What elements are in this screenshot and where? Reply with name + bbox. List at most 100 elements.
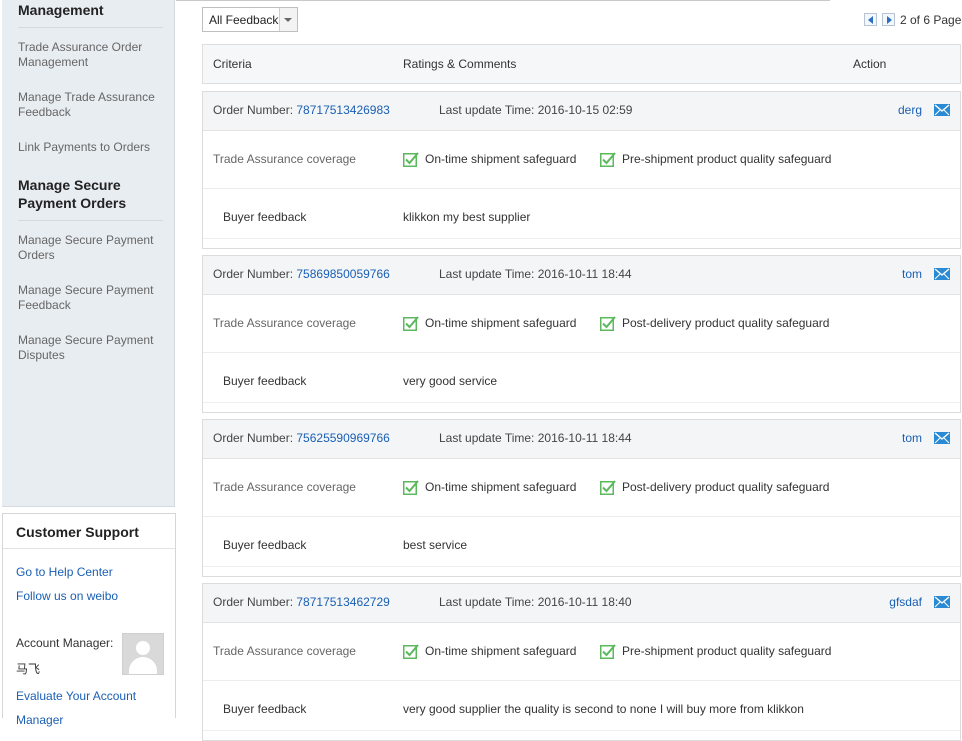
sidebar-nav: Management Trade Assurance Order Managem… [2, 0, 175, 507]
buyer-feedback-label: Buyer feedback [223, 702, 307, 716]
order-number-label: Order Number: [213, 267, 294, 281]
buyer-name-link[interactable]: tom [902, 431, 922, 445]
coverage-item: On-time shipment safeguard [425, 480, 577, 494]
check-icon [403, 644, 419, 659]
last-update-value: 2016-10-11 18:44 [537, 267, 632, 281]
buyer-feedback-text: klikkon my best supplier [403, 210, 531, 224]
column-criteria: Criteria [213, 57, 252, 71]
coverage-item: Pre-shipment product quality safeguard [622, 644, 832, 658]
mail-icon[interactable] [934, 596, 950, 608]
check-icon [600, 480, 616, 495]
sidebar-item-link-payments[interactable]: Link Payments to Orders [18, 140, 168, 155]
coverage-item: Post-delivery product quality safeguard [622, 316, 830, 330]
mail-icon[interactable] [934, 432, 950, 444]
order-number-field: Order Number: 78717513462729 [213, 595, 390, 609]
prev-page-button[interactable] [864, 13, 877, 26]
row-divider [203, 352, 960, 353]
feedback-card-header: Order Number: 75869850059766 Last update… [203, 256, 960, 295]
column-ratings-comments: Ratings & Comments [403, 57, 517, 71]
check-icon [403, 480, 419, 495]
sidebar-divider [18, 27, 163, 28]
last-update-label: Last update Time: [439, 267, 535, 281]
order-number-label: Order Number: [213, 103, 294, 117]
sidebar-divider [18, 220, 163, 221]
arrow-right-icon [887, 16, 892, 24]
help-center-link[interactable]: Go to Help Center [16, 565, 113, 579]
last-update-field: Last update Time: 2016-10-11 18:44 [439, 267, 632, 281]
next-page-button[interactable] [882, 13, 895, 26]
coverage-label: Trade Assurance coverage [213, 480, 356, 494]
check-icon [403, 316, 419, 331]
mail-icon[interactable] [934, 104, 950, 116]
order-number-link[interactable]: 75869850059766 [296, 267, 389, 281]
order-number-link[interactable]: 78717513426983 [296, 103, 389, 117]
sidebar-section-title: Management [18, 2, 104, 18]
last-update-field: Last update Time: 2016-10-11 18:44 [439, 431, 632, 445]
filter-dropdown-button[interactable] [279, 8, 297, 31]
feedback-card: Order Number: 78717513426983 Last update… [202, 91, 961, 249]
coverage-item: Post-delivery product quality safeguard [622, 480, 830, 494]
buyer-feedback-label: Buyer feedback [223, 538, 307, 552]
account-manager-name: 马飞 [16, 662, 41, 676]
order-number-field: Order Number: 78717513426983 [213, 103, 390, 117]
buyer-feedback-label: Buyer feedback [223, 374, 307, 388]
last-update-value: 2016-10-11 18:40 [537, 595, 632, 609]
last-update-label: Last update Time: [439, 595, 535, 609]
coverage-item: Pre-shipment product quality safeguard [622, 152, 832, 166]
order-number-link[interactable]: 78717513462729 [296, 595, 389, 609]
buyer-feedback-text: very good service [403, 374, 498, 388]
sidebar-item-trade-assurance-feedback[interactable]: Manage Trade Assurance Feedback [18, 90, 168, 120]
sidebar-item-trade-assurance-orders[interactable]: Trade Assurance Order Management [18, 40, 168, 70]
buyer-name-link[interactable]: derg [898, 103, 922, 117]
order-number-link[interactable]: 75625590969766 [296, 431, 389, 445]
row-divider [203, 516, 960, 517]
check-icon [403, 152, 419, 167]
row-divider [203, 566, 960, 567]
chevron-down-icon [284, 18, 292, 22]
weibo-link[interactable]: Follow us on weibo [16, 589, 118, 603]
order-number-label: Order Number: [213, 595, 294, 609]
feedback-card: Order Number: 75625590969766 Last update… [202, 419, 961, 577]
last-update-value: 2016-10-15 02:59 [537, 103, 633, 117]
customer-support-panel: Customer Support Go to Help Center Follo… [2, 513, 176, 727]
buyer-name-link[interactable]: tom [902, 267, 922, 281]
last-update-field: Last update Time: 2016-10-15 02:59 [439, 103, 632, 117]
sidebar-item-secure-payment-feedback[interactable]: Manage Secure Payment Feedback [18, 283, 168, 313]
order-number-field: Order Number: 75869850059766 [213, 267, 390, 281]
coverage-item: On-time shipment safeguard [425, 316, 577, 330]
feedback-card-header: Order Number: 78717513462729 Last update… [203, 584, 960, 623]
row-divider [203, 730, 960, 731]
check-icon [600, 316, 616, 331]
sidebar-section-title-secure-payment: Manage Secure Payment Orders [18, 177, 127, 211]
top-border [176, 0, 830, 1]
row-divider [203, 238, 960, 239]
feedback-card-header: Order Number: 75625590969766 Last update… [203, 420, 960, 459]
avatar-head [136, 641, 150, 655]
buyer-name-link[interactable]: gfsdaf [889, 595, 922, 609]
sidebar-item-secure-payment-disputes[interactable]: Manage Secure Payment Disputes [18, 333, 168, 363]
buyer-feedback-text: best service [403, 538, 468, 552]
last-update-label: Last update Time: [439, 431, 535, 445]
buyer-feedback-label: Buyer feedback [223, 210, 307, 224]
page-indicator: 2 of 6 Page [900, 13, 962, 27]
mail-icon[interactable] [934, 268, 950, 280]
coverage-item: On-time shipment safeguard [425, 152, 577, 166]
avatar-body [129, 657, 157, 674]
check-icon [600, 644, 616, 659]
table-header: Criteria Ratings & Comments Action [202, 44, 961, 84]
last-update-field: Last update Time: 2016-10-11 18:40 [439, 595, 632, 609]
buyer-feedback-text: very good supplier the quality is second… [403, 702, 804, 716]
sidebar-item-secure-payment-orders[interactable]: Manage Secure Payment Orders [18, 233, 168, 263]
coverage-item: On-time shipment safeguard [425, 644, 577, 658]
row-divider [203, 402, 960, 403]
evaluate-account-manager-link[interactable]: Evaluate Your Account Manager [16, 684, 156, 732]
row-divider [203, 680, 960, 681]
coverage-label: Trade Assurance coverage [213, 316, 356, 330]
feedback-card-header: Order Number: 78717513426983 Last update… [203, 92, 960, 131]
column-action: Action [853, 57, 887, 71]
feedback-card: Order Number: 78717513462729 Last update… [202, 583, 961, 741]
account-manager-avatar [122, 633, 164, 675]
order-number-field: Order Number: 75625590969766 [213, 431, 390, 445]
feedback-filter-select[interactable]: All Feedback [202, 7, 298, 32]
feedback-card: Order Number: 75869850059766 Last update… [202, 255, 961, 413]
